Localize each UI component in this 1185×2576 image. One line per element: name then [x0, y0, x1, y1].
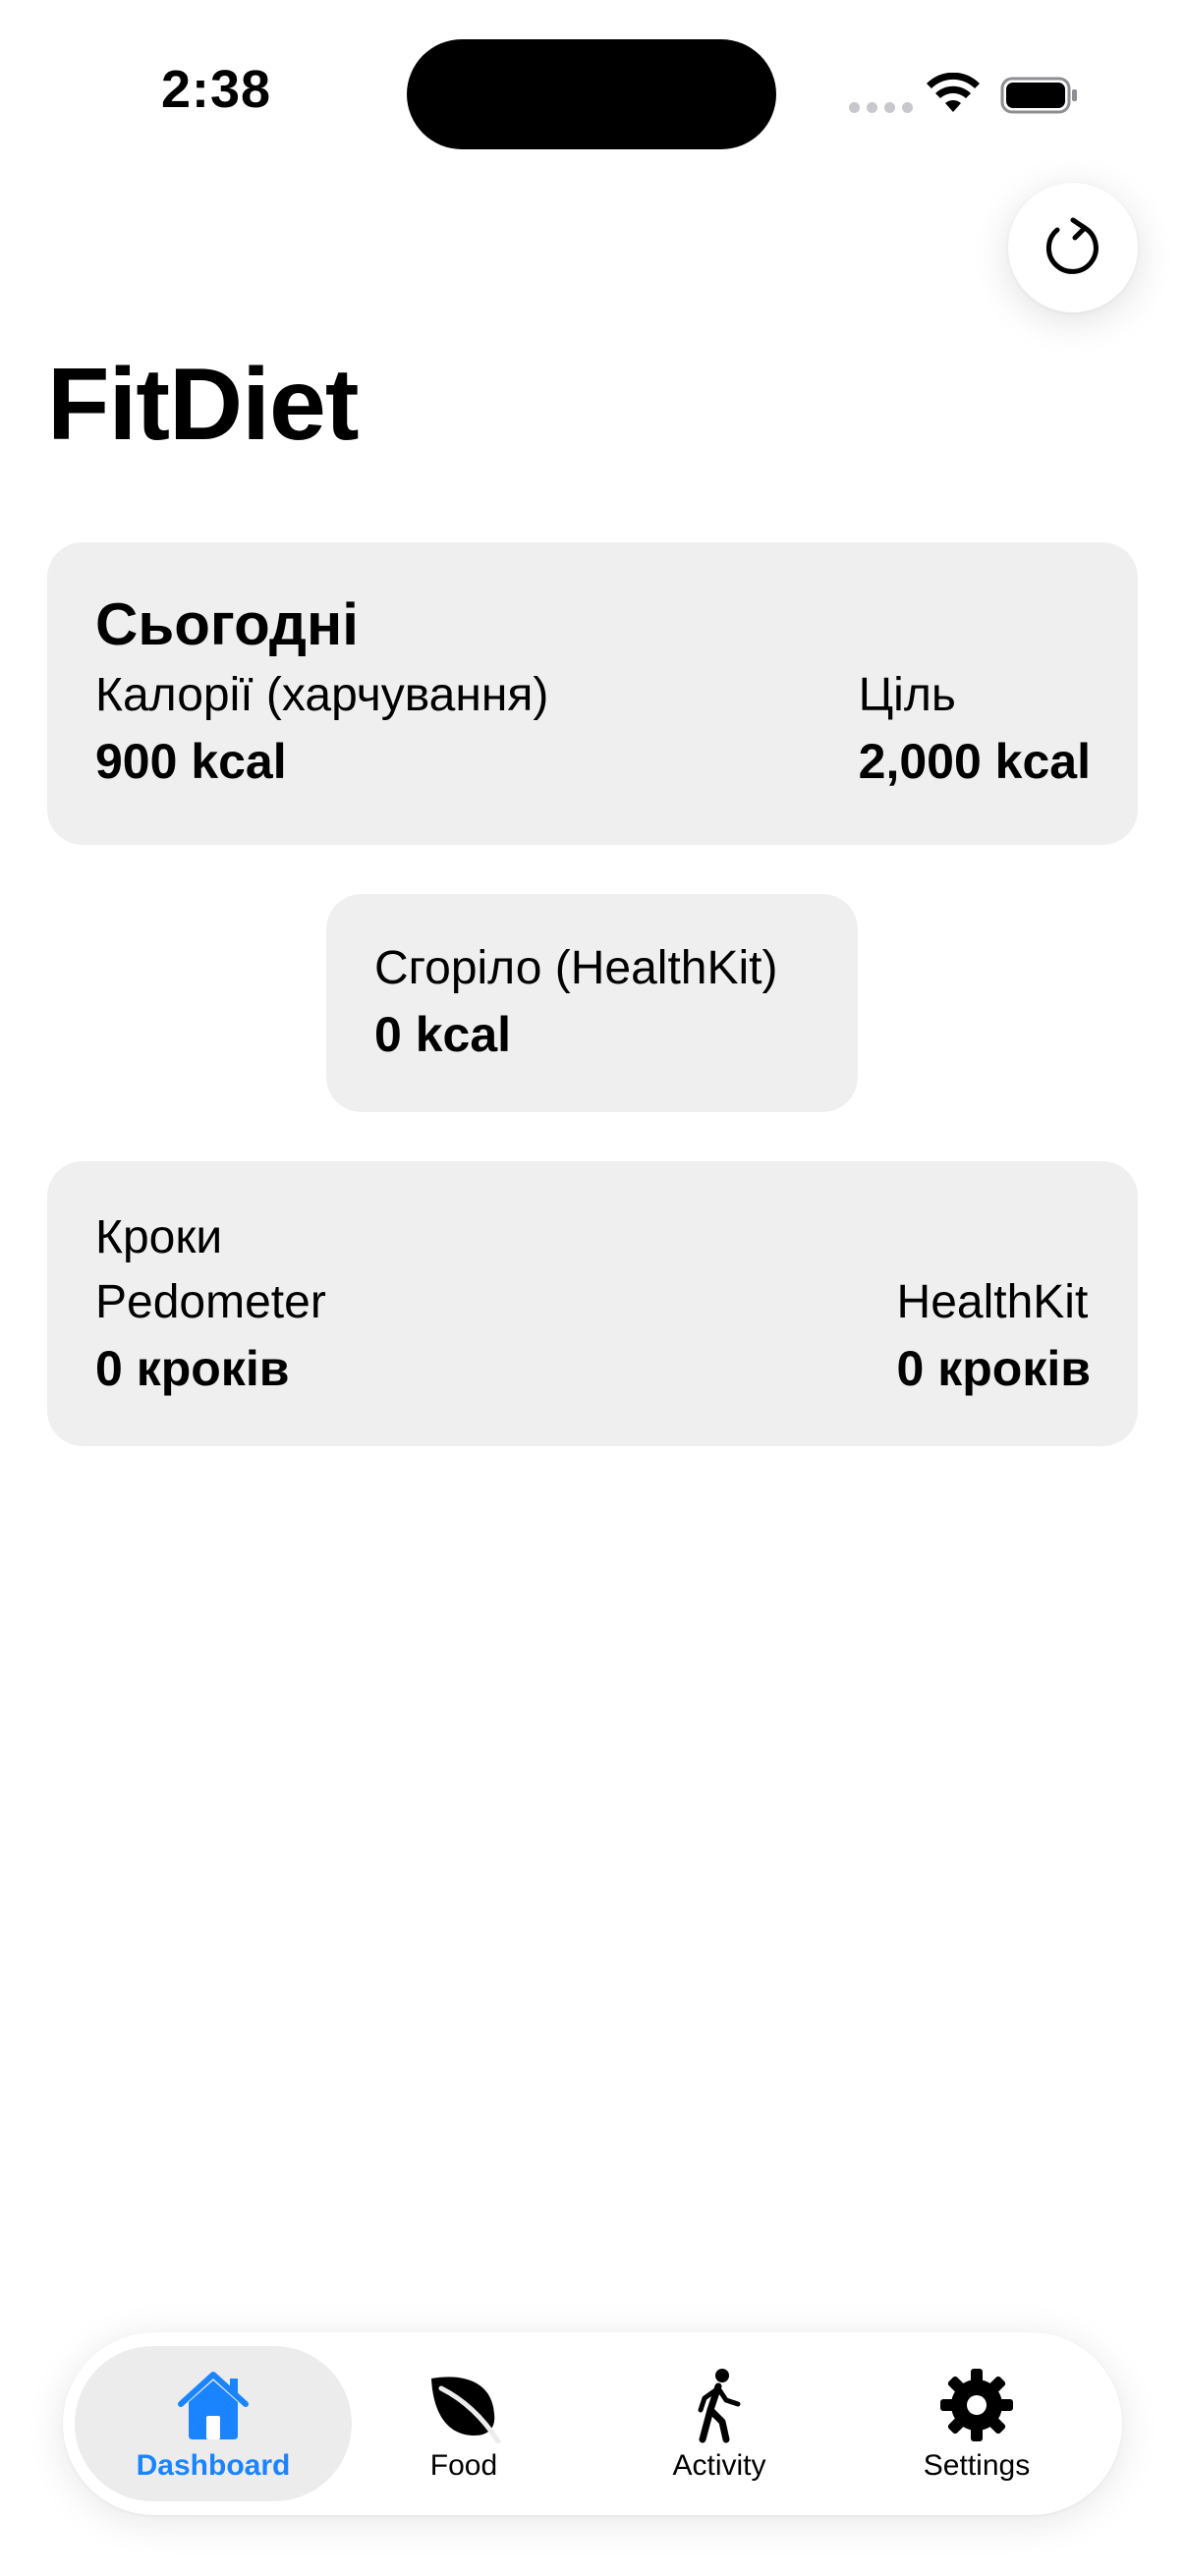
tab-bar: Dashboard Food Activity Settings [63, 2332, 1122, 2515]
battery-icon [1000, 77, 1077, 114]
pedometer-steps: Pedometer 0 кроків [95, 1276, 326, 1396]
calories-intake: Калорії (харчування) 900 kcal [95, 669, 549, 789]
calories-value: 900 kcal [95, 734, 287, 789]
status-time: 2:38 [160, 60, 272, 119]
tab-activity[interactable]: Activity [621, 2346, 818, 2501]
tab-activity-label: Activity [672, 2449, 766, 2482]
pedometer-value: 0 кроків [95, 1341, 290, 1396]
steps-card: Кроки Pedometer 0 кроків HealthKit 0 кро… [47, 1161, 1138, 1446]
healthkit-label: HealthKit [896, 1276, 1089, 1328]
healthkit-value: 0 кроків [896, 1341, 1091, 1396]
refresh-icon [1045, 217, 1099, 274]
calories-label: Калорії (харчування) [95, 669, 549, 721]
refresh-button[interactable] [1008, 183, 1138, 312]
calorie-goal: Ціль 2,000 kcal [858, 669, 1091, 789]
wifi-icon [927, 73, 980, 112]
dynamic-island [407, 39, 776, 149]
tab-food[interactable]: Food [375, 2346, 552, 2501]
tab-food-label: Food [429, 2449, 498, 2482]
cellular-signal-icon [849, 102, 913, 113]
burned-value: 0 kcal [374, 1007, 512, 1062]
pedometer-label: Pedometer [95, 1276, 326, 1328]
page-title: FitDiet [47, 348, 360, 462]
tab-dashboard[interactable]: Dashboard [75, 2346, 352, 2501]
steps-title: Кроки [95, 1211, 223, 1263]
walking-figure-icon [698, 2369, 741, 2443]
gear-icon [940, 2369, 1013, 2441]
goal-label: Ціль [858, 669, 956, 721]
tab-settings-label: Settings [923, 2449, 1031, 2482]
today-heading: Сьогодні [95, 591, 359, 657]
status-bar: 2:38 [0, 0, 1185, 187]
burned-label: Сгоріло (HealthKit) [374, 942, 778, 994]
tab-settings[interactable]: Settings [869, 2346, 1085, 2501]
tab-dashboard-label: Dashboard [136, 2449, 291, 2482]
today-summary-card: Сьогодні Калорії (харчування) 900 kcal Ц… [47, 542, 1138, 845]
house-icon [178, 2372, 249, 2439]
goal-value: 2,000 kcal [858, 734, 1091, 789]
healthkit-steps: HealthKit 0 кроків [896, 1276, 1091, 1396]
leaf-icon [431, 2377, 501, 2443]
burned-calories-card: Сгоріло (HealthKit) 0 kcal [326, 894, 858, 1112]
